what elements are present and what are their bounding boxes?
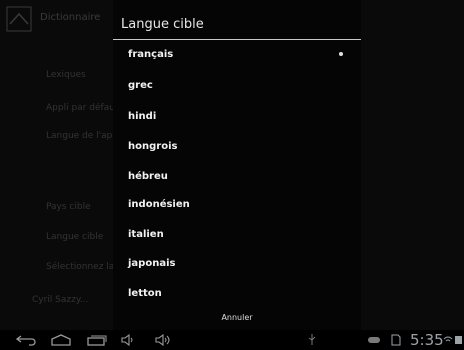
cancel-button[interactable]: Annuler — [113, 306, 361, 330]
option-indonesien[interactable]: indonésien — [128, 199, 190, 210]
system-bar — [0, 330, 464, 350]
option-francais[interactable]: français — [128, 49, 173, 60]
home-icon[interactable] — [49, 330, 73, 350]
volume-down-icon[interactable] — [118, 330, 138, 350]
bg-item-lexiques: Lexiques — [46, 70, 86, 80]
option-italien[interactable]: italien — [128, 229, 164, 240]
bg-item-target-language: Langue cible — [46, 232, 104, 242]
bg-item-target-country: Pays cible — [46, 202, 91, 212]
app-title: Dictionnaire — [40, 12, 101, 23]
dialog-title: Langue cible — [121, 17, 204, 32]
volume-up-icon[interactable] — [152, 330, 176, 350]
option-hebreu[interactable]: hébreu — [128, 171, 168, 182]
bg-item-footer: Cyril Sazzy... — [32, 295, 89, 305]
option-hongrois[interactable]: hongrois — [128, 141, 177, 152]
option-grec[interactable]: grec — [128, 80, 153, 91]
bg-item-select: Sélectionnez la — [46, 262, 115, 272]
bg-item-app-language: Langue de l'app — [46, 131, 119, 141]
usb-icon — [305, 330, 319, 350]
back-icon[interactable] — [14, 330, 38, 350]
option-japonais[interactable]: japonais — [128, 258, 175, 269]
wifi-icon — [443, 330, 453, 350]
game-controller-icon — [366, 330, 382, 350]
option-letton[interactable]: letton — [128, 288, 162, 299]
selected-radio-icon — [339, 52, 343, 56]
option-hindi[interactable]: hindi — [128, 111, 156, 122]
sd-card-icon — [389, 330, 403, 350]
dialog-divider — [113, 39, 361, 40]
bg-item-default-app: Appli par défaut — [46, 103, 119, 113]
battery-icon — [454, 330, 462, 350]
recent-apps-icon[interactable] — [84, 330, 108, 350]
language-dialog: Langue cible français grec hindi hongroi… — [113, 0, 361, 330]
app-logo — [6, 6, 32, 32]
clock: 5:35 — [410, 331, 444, 349]
